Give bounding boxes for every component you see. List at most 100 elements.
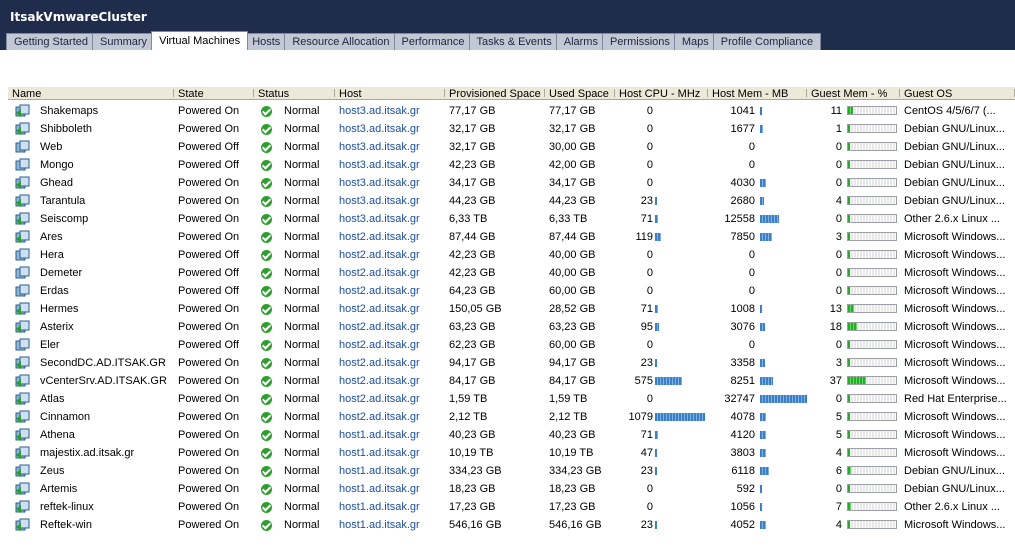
column-header-state[interactable]: State (174, 86, 254, 100)
vm-name-cell[interactable]: majestix.ad.itsak.gr (8, 444, 174, 462)
host-link[interactable]: host2.ad.itsak.gr (339, 246, 441, 264)
table-row[interactable]: majestix.ad.itsak.gr Powered On Normal host… (8, 444, 1015, 462)
vm-name-cell[interactable]: Cinnamon (8, 408, 174, 426)
vm-name-cell[interactable]: Tarantula (8, 192, 174, 210)
table-row[interactable]: Shakemaps Powered On Normal host3.ad.itsak.… (8, 102, 1015, 120)
vm-name-cell[interactable]: Web (8, 138, 174, 156)
table-row[interactable]: Athena Powered On Normal host1.ad.itsak.gr 4… (8, 426, 1015, 444)
table-row[interactable]: Reftek-win Powered On Normal host1.ad.itsak… (8, 516, 1015, 534)
table-row[interactable]: Tarantula Powered On Normal host3.ad.itsak.… (8, 192, 1015, 210)
vm-state: Powered On (178, 519, 240, 531)
vm-name-cell[interactable]: Reftek-win (8, 516, 174, 534)
table-row[interactable]: Ares Powered On Normal host2.ad.itsak.gr 87,… (8, 228, 1015, 246)
table-row[interactable]: vCenterSrv.AD.ITSAK.GR Powered On Normal ho… (8, 372, 1015, 390)
host-link[interactable]: host1.ad.itsak.gr (339, 498, 441, 516)
vm-state: Powered On (178, 123, 240, 135)
host-link[interactable]: host3.ad.itsak.gr (339, 192, 441, 210)
vm-name-cell[interactable]: Athena (8, 426, 174, 444)
vm-name-cell[interactable]: Ghead (8, 174, 174, 192)
table-row[interactable]: Hera Powered Off Normal host2.ad.itsak.gr 42… (8, 246, 1015, 264)
vm-name-cell[interactable]: Atlas (8, 390, 174, 408)
tab-permissions[interactable]: Permissions (601, 33, 678, 50)
table-row[interactable]: Seiscomp Powered On Normal host3.ad.itsak.g… (8, 210, 1015, 228)
table-row[interactable]: Shibboleth Powered On Normal host3.ad.itsak… (8, 120, 1015, 138)
tab-alarms[interactable]: Alarms (555, 33, 606, 50)
column-header-status[interactable]: Status (254, 86, 335, 100)
host-link[interactable]: host3.ad.itsak.gr (339, 138, 441, 156)
table-row[interactable]: Zeus Powered On Normal host1.ad.itsak.gr 334… (8, 462, 1015, 480)
host-link[interactable]: host3.ad.itsak.gr (339, 174, 441, 192)
vm-name-cell[interactable]: Shakemaps (8, 102, 174, 120)
vm-name-cell[interactable]: Ares (8, 228, 174, 246)
vm-name-cell[interactable]: Eler (8, 336, 174, 354)
host-link[interactable]: host2.ad.itsak.gr (339, 408, 441, 426)
table-row[interactable]: Artemis Powered On Normal host1.ad.itsak.gr… (8, 480, 1015, 498)
host-cpu-cell: 0 (615, 246, 708, 264)
column-header-provisioned-space[interactable]: Provisioned Space (445, 86, 545, 100)
host-link[interactable]: host1.ad.itsak.gr (339, 444, 441, 462)
tab-hosts[interactable]: Hosts (244, 33, 289, 50)
tab-performance[interactable]: Performance (393, 33, 473, 50)
vm-name-cell[interactable]: Zeus (8, 462, 174, 480)
column-header-host[interactable]: Host (335, 86, 445, 100)
tab-profile-compliance[interactable]: Profile Compliance (712, 33, 822, 50)
table-row[interactable]: Erdas Powered Off Normal host2.ad.itsak.gr 6… (8, 282, 1015, 300)
host-link[interactable]: host3.ad.itsak.gr (339, 210, 441, 228)
vm-name-cell[interactable]: Artemis (8, 480, 174, 498)
host-link[interactable]: host1.ad.itsak.gr (339, 480, 441, 498)
table-row[interactable]: Ghead Powered On Normal host3.ad.itsak.gr 34… (8, 174, 1015, 192)
vm-name-cell[interactable]: SecondDC.AD.ITSAK.GR (8, 354, 174, 372)
host-link[interactable]: host2.ad.itsak.gr (339, 318, 441, 336)
host-link[interactable]: host1.ad.itsak.gr (339, 426, 441, 444)
vm-name-cell[interactable]: vCenterSrv.AD.ITSAK.GR (8, 372, 174, 390)
table-row[interactable]: Hermes Powered On Normal host2.ad.itsak.gr 1… (8, 300, 1015, 318)
table-row[interactable]: Cinnamon Powered On Normal host2.ad.itsak.g… (8, 408, 1015, 426)
host-link[interactable]: host3.ad.itsak.gr (339, 120, 441, 138)
column-header-host-mem-mb[interactable]: Host Mem - MB (708, 86, 807, 100)
tab-resource-allocation[interactable]: Resource Allocation (284, 33, 398, 50)
column-header-host-cpu-mhz[interactable]: Host CPU - MHz (615, 86, 708, 100)
vm-name-cell[interactable]: reftek-linux (8, 498, 174, 516)
tab-getting-started[interactable]: Getting Started (6, 33, 96, 50)
host-link[interactable]: host1.ad.itsak.gr (339, 516, 441, 534)
table-row[interactable]: reftek-linux Powered On Normal host1.ad.its… (8, 498, 1015, 516)
column-header-guest-os[interactable]: Guest OS (900, 86, 1015, 100)
vm-name-cell[interactable]: Hera (8, 246, 174, 264)
tab-virtual-machines[interactable]: Virtual Machines (151, 31, 249, 50)
table-row[interactable]: Web Powered Off Normal host3.ad.itsak.gr 32,… (8, 138, 1015, 156)
table-row[interactable]: Asterix Powered On Normal host2.ad.itsak.gr… (8, 318, 1015, 336)
table-row[interactable]: SecondDC.AD.ITSAK.GR Powered On Normal host… (8, 354, 1015, 372)
column-header-used-space[interactable]: Used Space (545, 86, 615, 100)
table-row[interactable]: Eler Powered Off Normal host2.ad.itsak.gr 62… (8, 336, 1015, 354)
host-link[interactable]: host2.ad.itsak.gr (339, 336, 441, 354)
table-row[interactable]: Demeter Powered Off Normal host2.ad.itsak.g… (8, 264, 1015, 282)
table-row[interactable]: Mongo Powered Off Normal host3.ad.itsak.gr 4… (8, 156, 1015, 174)
tab-tasks-events[interactable]: Tasks & Events (468, 33, 560, 50)
host-link[interactable]: host2.ad.itsak.gr (339, 264, 441, 282)
vm-status-cell: Normal (258, 300, 331, 318)
column-header-name[interactable]: Name (8, 86, 174, 100)
vm-name-cell[interactable]: Asterix (8, 318, 174, 336)
vm-name-cell[interactable]: Erdas (8, 282, 174, 300)
table-row[interactable]: Atlas Powered On Normal host2.ad.itsak.gr 1,… (8, 390, 1015, 408)
host-mem-cell: 0 (708, 282, 807, 300)
host-link[interactable]: host3.ad.itsak.gr (339, 102, 441, 120)
host-link[interactable]: host2.ad.itsak.gr (339, 228, 441, 246)
host-link[interactable]: host2.ad.itsak.gr (339, 282, 441, 300)
host-link[interactable]: host2.ad.itsak.gr (339, 372, 441, 390)
vm-state: Powered On (178, 303, 240, 315)
host-link[interactable]: host1.ad.itsak.gr (339, 462, 441, 480)
host-link[interactable]: host3.ad.itsak.gr (339, 156, 441, 174)
vm-name-cell[interactable]: Seiscomp (8, 210, 174, 228)
vm-name-cell[interactable]: Hermes (8, 300, 174, 318)
tab-summary[interactable]: Summary (92, 33, 156, 50)
vm-name-cell[interactable]: Demeter (8, 264, 174, 282)
status-ok-icon (261, 484, 272, 495)
vm-name-cell[interactable]: Shibboleth (8, 120, 174, 138)
vm-name-cell[interactable]: Mongo (8, 156, 174, 174)
host-link[interactable]: host2.ad.itsak.gr (339, 300, 441, 318)
column-header-guest-mem-[interactable]: Guest Mem - % (807, 86, 900, 100)
host-link[interactable]: host2.ad.itsak.gr (339, 354, 441, 372)
tab-maps[interactable]: Maps (673, 33, 717, 50)
host-link[interactable]: host2.ad.itsak.gr (339, 390, 441, 408)
